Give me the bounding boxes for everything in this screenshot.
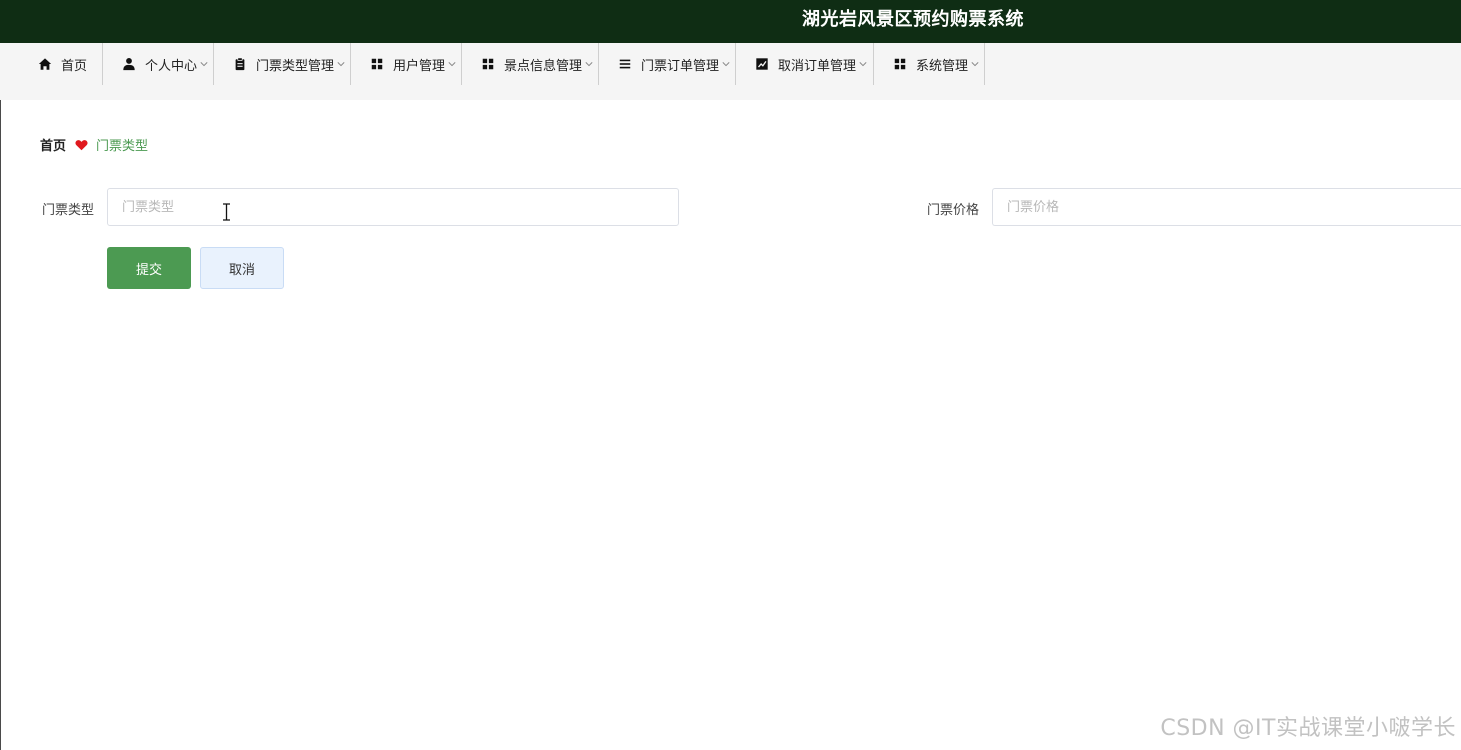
nav-item-ticket-type-management[interactable]: 门票类型管理 [214, 43, 351, 85]
clipboard-icon [235, 57, 245, 71]
chevron-down-icon [337, 62, 345, 67]
nav-item-label: 系统管理 [916, 58, 969, 74]
cancel-button[interactable]: 取消 [200, 247, 284, 289]
nav-item-home[interactable]: 首页 [0, 43, 103, 85]
grid-icon [482, 58, 494, 70]
nav-item-label: 取消订单管理 [778, 58, 857, 74]
nav-item-label: 景点信息管理 [504, 58, 583, 74]
nav-item-label: 首页 [61, 58, 88, 74]
user-icon [123, 58, 135, 71]
nav-item-label: 门票类型管理 [256, 58, 335, 74]
grid-icon [894, 58, 906, 70]
list-icon [619, 59, 631, 69]
chevron-down-icon [585, 62, 593, 67]
chart-icon [756, 58, 768, 70]
nav-item-scenic-info-management[interactable]: 景点信息管理 [462, 43, 599, 85]
ticket-price-label: 门票价格 [927, 203, 980, 218]
chevron-down-icon [859, 62, 867, 67]
nav-item-ticket-order-management[interactable]: 门票订单管理 [599, 43, 736, 85]
breadcrumb-current: 门票类型 [96, 139, 149, 154]
chevron-down-icon [722, 62, 730, 67]
nav-item-user-management[interactable]: 用户管理 [351, 43, 462, 85]
grid-icon [371, 58, 383, 70]
nav-item-label: 用户管理 [393, 58, 446, 74]
ticket-price-input[interactable] [992, 188, 1461, 226]
nav-item-system-management[interactable]: 系统管理 [874, 43, 985, 85]
ticket-type-label: 门票类型 [42, 203, 95, 218]
breadcrumb-home[interactable]: 首页 [40, 135, 66, 154]
chevron-down-icon [448, 62, 456, 67]
heart-icon [75, 139, 88, 150]
home-icon [38, 58, 52, 70]
main-nav: 首页 个人中心 门票类型管理 用户管理 景点信息管理 门票订单管理 取消订单管理… [0, 43, 1461, 100]
nav-item-profile[interactable]: 个人中心 [103, 43, 214, 85]
chevron-down-icon [971, 62, 979, 67]
submit-button[interactable]: 提交 [107, 247, 191, 289]
watermark: CSDN @IT实战课堂小啵学长 [1160, 716, 1456, 741]
nav-item-label: 个人中心 [145, 58, 198, 74]
nav-item-label: 门票订单管理 [641, 58, 720, 74]
ticket-type-input[interactable] [107, 188, 679, 226]
chevron-down-icon [200, 62, 208, 67]
nav-item-cancel-order-management[interactable]: 取消订单管理 [736, 43, 874, 85]
breadcrumb: 首页 门票类型 [40, 135, 148, 154]
app-title: 湖光岩风景区预约购票系统 [802, 9, 1024, 30]
top-header-bar: 湖光岩风景区预约购票系统 [0, 0, 1461, 43]
window-left-edge [0, 43, 1, 750]
text-cursor-icon [223, 203, 230, 221]
